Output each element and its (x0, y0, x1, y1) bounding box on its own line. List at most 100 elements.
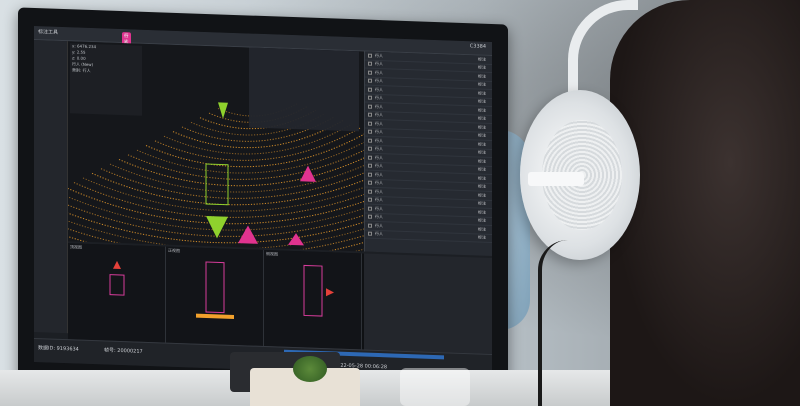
row-label: 行人 (375, 78, 383, 84)
view-title: 侧视图 (266, 251, 278, 257)
row-label: 行人 (375, 197, 383, 203)
row-checkbox[interactable] (368, 206, 372, 211)
monitor-screen: 标注工具 大型车辆 中型车辆 小型车辆 二轮车 行人 三轮车 C3384 (34, 26, 492, 378)
pointcloud-ring (68, 161, 392, 225)
row-label: 行人 (375, 120, 383, 126)
photo-scene: 标注工具 大型车辆 中型车辆 小型车辆 二轮车 行人 三轮车 C3384 (0, 0, 800, 406)
row-checkbox[interactable] (368, 121, 372, 126)
properties-panel (249, 47, 359, 132)
row-status: 标注 (478, 226, 486, 232)
row-checkbox[interactable] (368, 155, 372, 160)
row-label: 行人 (375, 146, 383, 152)
info-panel: x: 6476.234 y: 2.55 z: 0.00 行人 (New) 类别:… (70, 43, 142, 116)
row-checkbox[interactable] (368, 138, 372, 143)
bbox (109, 274, 125, 296)
row-checkbox[interactable] (368, 61, 372, 67)
projection-views: 顶视图 正视图 侧视图 (68, 243, 364, 350)
bbox (303, 264, 323, 317)
side-view[interactable]: 侧视图 (264, 250, 362, 350)
row-checkbox[interactable] (368, 197, 372, 203)
row-label: 行人 (375, 154, 383, 160)
view-title: 正视图 (168, 247, 180, 254)
row-label: 行人 (375, 112, 383, 118)
row-status: 标注 (478, 166, 486, 173)
tool-sidebar (34, 40, 68, 334)
row-status: 标注 (478, 175, 486, 181)
top-view-canvas (109, 260, 125, 296)
row-checkbox[interactable] (368, 53, 372, 58)
row-status: 标注 (478, 149, 486, 156)
row-status: 标注 (478, 183, 486, 190)
row-status: 标注 (478, 90, 486, 96)
row-label: 行人 (375, 61, 383, 67)
row-status: 标注 (478, 107, 486, 113)
bottom-right-panel (364, 253, 492, 354)
row-label: 行人 (375, 95, 383, 101)
side-view-canvas (303, 264, 334, 317)
row-checkbox[interactable] (368, 78, 372, 84)
row-status: 标注 (478, 56, 486, 62)
cactus-plant (293, 356, 327, 382)
app-title: 标注工具 (38, 29, 59, 36)
row-checkbox[interactable] (368, 112, 372, 118)
row-status: 标注 (478, 124, 486, 130)
direction-arrow (113, 260, 121, 270)
row-checkbox[interactable] (368, 146, 372, 152)
row-checkbox[interactable] (368, 95, 372, 101)
row-status: 标注 (478, 81, 486, 88)
row-status: 标注 (478, 200, 486, 207)
front-view-canvas (196, 261, 234, 319)
row-checkbox[interactable] (368, 87, 372, 92)
row-checkbox[interactable] (368, 214, 372, 220)
person (520, 0, 800, 406)
pointcloud-ring (68, 168, 392, 237)
hair (610, 0, 800, 406)
pointcloud-ring (136, 133, 380, 174)
row-checkbox[interactable] (368, 129, 372, 135)
row-label: 行人 (375, 231, 383, 237)
row-status: 标注 (478, 141, 486, 147)
row-label: 行人 (375, 163, 383, 169)
row-label: 行人 (375, 180, 383, 186)
top-view[interactable]: 顶视图 (68, 243, 166, 343)
direction-arrow (326, 288, 334, 297)
row-checkbox[interactable] (368, 231, 372, 237)
row-status: 标注 (478, 158, 486, 164)
info-line: 类别: 行人 (72, 67, 91, 73)
object-list: 行人 标注 行人 标注 行人 标注 行人 标注 行人 标注 行人 标注 行人 标注 行人 标注 行人 标注 行人 标注… (364, 51, 492, 256)
row-checkbox[interactable] (368, 180, 372, 186)
pointcloud-ring (82, 154, 392, 212)
row-checkbox[interactable] (368, 104, 372, 109)
headphone-cable (538, 240, 568, 406)
row-label: 行人 (375, 214, 383, 220)
row-label: 行人 (375, 52, 383, 58)
row-checkbox[interactable] (368, 189, 372, 194)
row-checkbox[interactable] (368, 70, 372, 75)
row-checkbox[interactable] (368, 163, 372, 169)
view-title: 顶视图 (70, 244, 82, 250)
marker-triangle (206, 216, 228, 239)
row-status: 标注 (478, 192, 486, 198)
row-status: 标注 (478, 115, 486, 122)
row-checkbox[interactable] (368, 223, 372, 228)
row-status: 标注 (478, 98, 486, 105)
row-checkbox[interactable] (368, 172, 372, 177)
pedestrian-marker (238, 225, 258, 244)
pedestrian-marker (288, 233, 304, 246)
glass-cup (400, 368, 470, 406)
pedestrian-marker (300, 165, 316, 182)
row-label: 行人 (375, 188, 383, 194)
row-status: 标注 (478, 234, 486, 241)
pointcloud-ring (68, 178, 392, 253)
row-label: 行人 (375, 129, 383, 135)
row-label: 行人 (375, 222, 383, 228)
row-status: 标注 (478, 132, 486, 139)
pointcloud-ring (68, 185, 392, 253)
status-data-id: 数据ID: 9193634 (38, 345, 79, 353)
row-label: 行人 (375, 103, 383, 109)
app-tag: C3384 (469, 43, 486, 50)
status-frame: 帧号: 20000217 (104, 347, 143, 355)
pointcloud-ring (118, 140, 392, 187)
front-view[interactable]: 正视图 (166, 246, 264, 347)
monitor: 标注工具 大型车辆 中型车辆 小型车辆 二轮车 行人 三轮车 C3384 (18, 7, 508, 403)
